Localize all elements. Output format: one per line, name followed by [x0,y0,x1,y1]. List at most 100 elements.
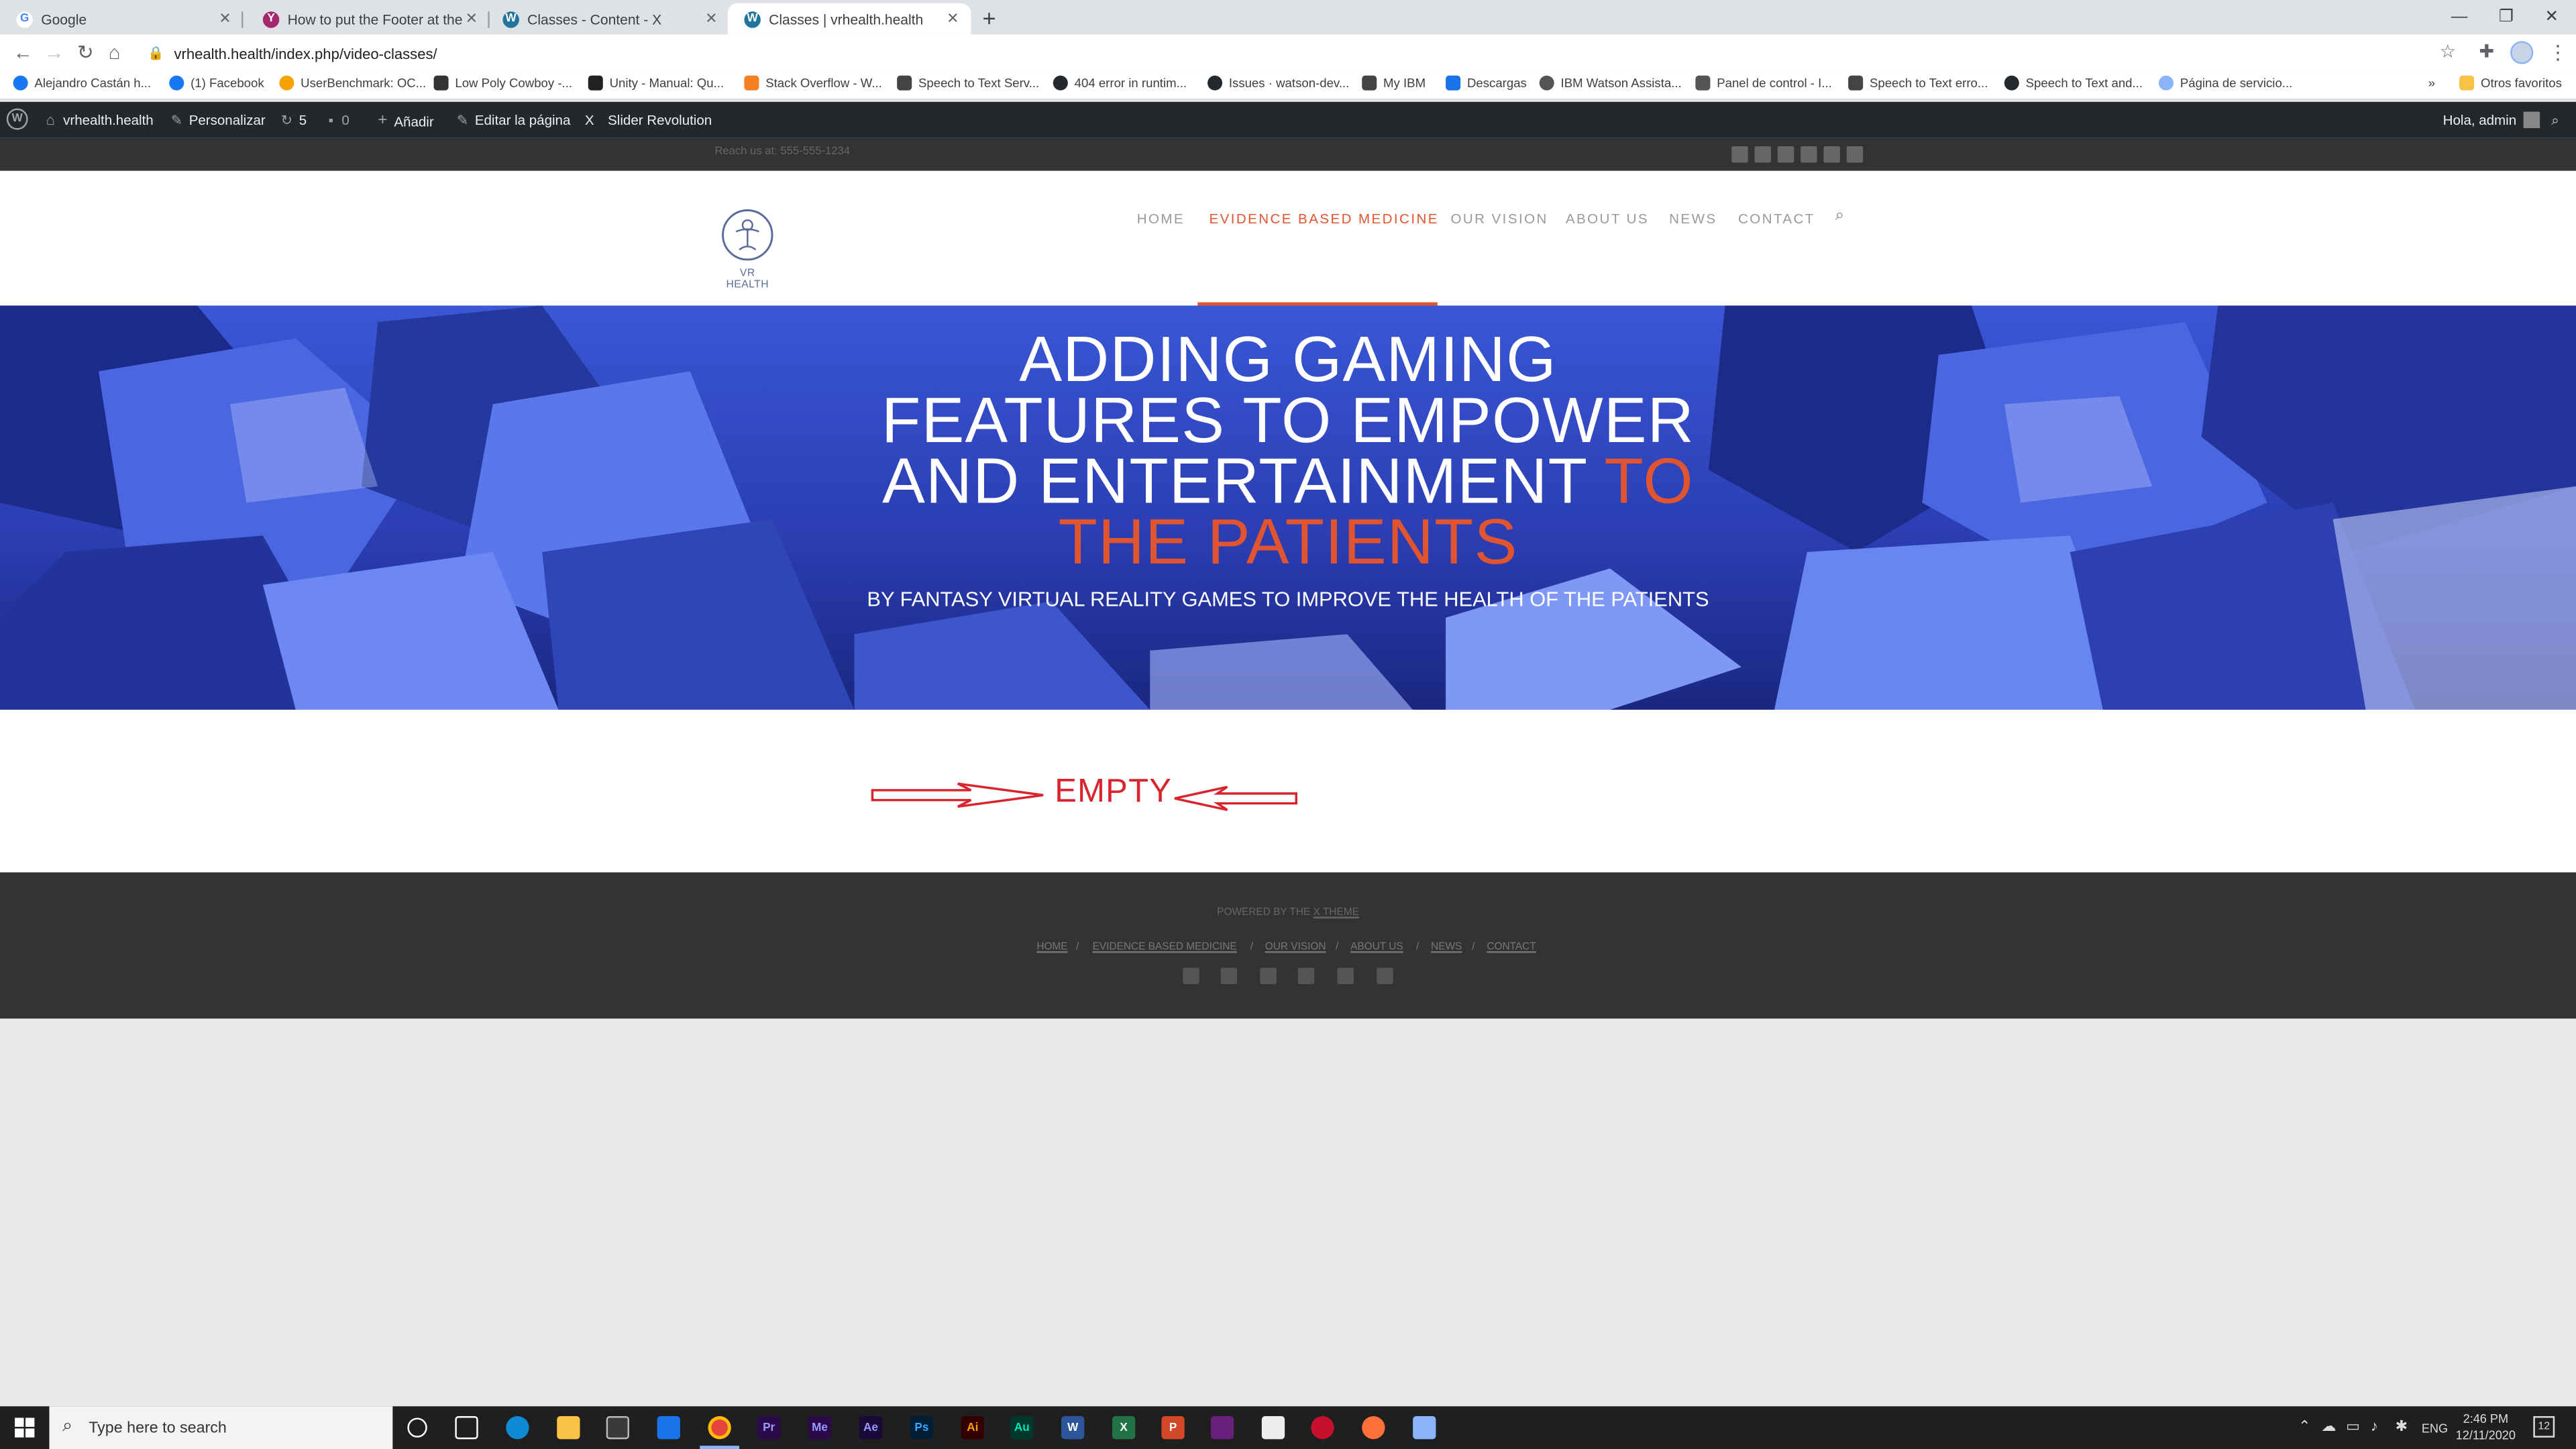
unity-icon[interactable] [1261,1416,1285,1440]
wp-add-new-link[interactable]: + Añadir [378,112,433,130]
powerpoint-icon[interactable]: P [1161,1416,1185,1440]
google-plus-icon[interactable] [1777,146,1794,163]
nav-contact[interactable]: CONTACT [1738,210,1815,226]
slider-revolution-link[interactable]: Slider Revolution [608,112,712,128]
extensions-icon[interactable]: ✚ [2479,41,2495,62]
nav-about-us[interactable]: ABOUT US [1566,210,1649,226]
minimize-icon[interactable]: — [2451,0,2467,34]
wp-edit-page-link[interactable]: ✎ Editar la página [457,112,571,128]
footer-link-our-vision[interactable]: OUR VISION [1265,941,1326,953]
wp-account-menu[interactable]: Hola, admin [2443,111,2540,129]
bookmark-item[interactable]: Speech to Text Serv... [897,75,1039,91]
bookmark-item[interactable]: My IBM [1362,75,1426,91]
close-icon[interactable]: ✕ [217,10,233,28]
close-icon[interactable]: ✕ [464,10,480,28]
wordpress-logo-icon[interactable]: W [6,108,28,130]
nav-our-vision[interactable]: OUR VISION [1450,210,1548,226]
footer-link-about-us[interactable]: ABOUT US [1350,941,1403,953]
tab-classes-content[interactable]: W Classes - Content - X ✕ [486,3,729,35]
bookmark-item[interactable]: Issues · watson-dev... [1208,75,1349,91]
forward-icon[interactable]: → [44,41,64,64]
word-icon[interactable]: W [1061,1416,1085,1440]
snipping-tool-icon[interactable] [1413,1416,1436,1440]
notifications-icon[interactable]: 12 [2533,1416,2555,1438]
language-indicator[interactable]: ENG [2422,1421,2448,1436]
star-icon[interactable]: ☆ [2440,41,2456,62]
more-bookmarks-button[interactable]: » [2428,76,2435,91]
footer-link-evidence-based-medicine[interactable]: EVIDENCE BASED MEDICINE [1093,941,1237,953]
twitter-icon[interactable] [1754,146,1772,163]
linkedin-icon[interactable] [1801,146,1817,163]
mail-icon[interactable] [657,1416,680,1440]
firefox-icon[interactable] [1362,1416,1385,1440]
tab-classes-vrhealth[interactable]: W Classes | vrhealth.health ✕ [727,3,971,35]
restore-icon[interactable]: ❐ [2499,0,2514,34]
premiere-icon[interactable]: Pr [757,1416,781,1440]
bookmark-item[interactable]: Speech to Text erro... [1848,75,1988,91]
footer-link-news[interactable]: NEWS [1431,941,1462,953]
volume-icon[interactable]: ♪ [2371,1417,2378,1434]
footer-link-contact[interactable]: CONTACT [1487,941,1536,953]
excel-icon[interactable]: X [1112,1416,1136,1440]
menu-icon[interactable]: ⋮ [2548,41,2567,64]
search-icon[interactable]: ⌕ [1835,207,1846,225]
x-theme-link[interactable]: X [585,112,594,128]
bookmark-item[interactable]: 404 error in runtim... [1053,75,1187,91]
nav-home[interactable]: HOME [1137,210,1185,226]
new-tab-button[interactable]: + [983,5,996,31]
rss-icon[interactable] [1846,146,1864,163]
tray-chevron-icon[interactable]: ⌃ [2298,1417,2310,1436]
nav-news[interactable]: NEWS [1669,210,1717,226]
tab-google[interactable]: G Google ✕ [0,3,244,35]
profile-avatar[interactable] [2510,41,2534,64]
x-theme-link[interactable]: X THEME [1313,907,1359,918]
reload-icon[interactable]: ↻ [77,41,94,64]
other-favorites[interactable]: Otros favoritos [2459,75,2562,91]
wp-updates-link[interactable]: ↻ 5 [281,112,307,128]
facebook-icon[interactable] [1731,146,1748,163]
file-explorer-icon[interactable] [557,1416,580,1440]
taskbar-search-box[interactable]: ⌕ Type here to search [49,1406,393,1449]
close-icon[interactable]: ✕ [945,10,961,28]
address-bar[interactable]: 🔒 vrhealth.health/index.php/video-classe… [148,41,2439,66]
store-icon[interactable] [606,1416,629,1440]
linkedin-icon[interactable] [1297,967,1315,984]
site-logo[interactable]: VR HEALTH [718,207,777,290]
bluetooth-icon[interactable]: ✱ [2396,1417,2408,1436]
onedrive-icon[interactable]: ☁ [2321,1417,2336,1436]
taskbar-clock[interactable]: 2:46 PM 12/11/2020 [2455,1411,2517,1444]
xing-icon[interactable] [1823,146,1840,163]
nav-evidence-based-medicine[interactable]: EVIDENCE BASED MEDICINE [1209,210,1438,226]
close-icon[interactable]: ✕ [703,10,719,28]
xing-icon[interactable] [1337,967,1354,984]
bookmark-item[interactable]: IBM Watson Assista... [1539,75,1682,91]
footer-link-home[interactable]: HOME [1036,941,1067,953]
cortana-icon[interactable] [407,1417,427,1438]
bookmark-item[interactable]: Low Poly Cowboy -... [433,75,572,91]
davinci-icon[interactable] [1311,1416,1334,1440]
chrome-icon[interactable] [708,1416,731,1440]
bookmark-item[interactable]: Panel de control - I... [1695,75,1832,91]
bookmark-item[interactable]: Speech to Text and... [2004,75,2143,91]
google-plus-icon[interactable] [1260,967,1277,984]
edge-icon[interactable] [506,1416,529,1440]
wp-site-link[interactable]: ⌂ vrhealth.health [46,112,154,128]
bookmark-item[interactable]: Unity - Manual: Qu... [588,75,724,91]
network-icon[interactable]: ▭ [2346,1417,2360,1436]
photoshop-icon[interactable]: Ps [910,1416,934,1440]
rss-icon[interactable] [1377,967,1393,984]
facebook-icon[interactable] [1183,967,1199,984]
bookmark-item[interactable]: UserBenchmark: OC... [279,75,426,91]
home-icon[interactable]: ⌂ [109,41,121,64]
visual-studio-icon[interactable] [1210,1416,1234,1440]
bookmark-item[interactable]: (1) Facebook [169,75,264,91]
illustrator-icon[interactable]: Ai [961,1416,984,1440]
tab-footer-question[interactable]: Y How to put the Footer at the Pag ✕ [246,3,490,35]
audition-icon[interactable]: Au [1010,1416,1034,1440]
bookmark-item[interactable]: Alejandro Castán h... [13,75,152,91]
wp-comments-link[interactable]: ▪ 0 [329,112,350,128]
search-icon[interactable]: ⌕ [2551,112,2559,130]
bookmark-item[interactable]: Descargas [1446,75,1527,91]
windows-start-icon[interactable] [15,1417,35,1438]
bookmark-item[interactable]: Stack Overflow - W... [744,75,882,91]
